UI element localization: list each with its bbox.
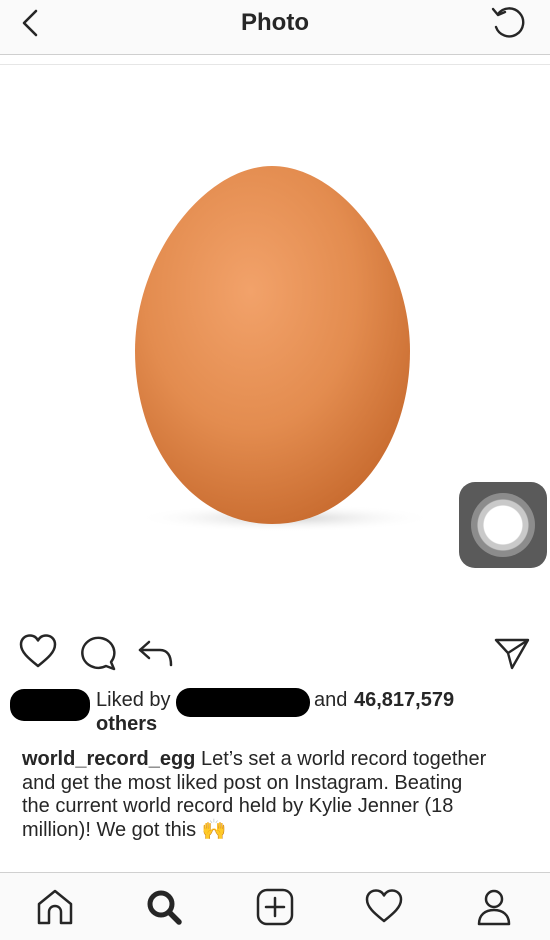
search-icon xyxy=(147,890,182,925)
redacted-username xyxy=(176,688,310,717)
tab-activity[interactable] xyxy=(363,886,405,928)
heart-icon xyxy=(19,634,57,668)
like-button[interactable] xyxy=(18,632,58,672)
likes-and-label: and xyxy=(314,689,348,711)
tab-home[interactable] xyxy=(34,886,76,928)
likes-summary[interactable]: Liked by and 46,817,579 others xyxy=(0,686,550,736)
likes-others-label: others xyxy=(96,713,158,735)
divider xyxy=(0,64,550,65)
tab-search[interactable] xyxy=(143,886,185,928)
caption-line-2: and get the most liked post on Instagram… xyxy=(22,771,463,794)
top-nav-bar: Photo xyxy=(0,0,550,55)
page-title: Photo xyxy=(241,9,309,36)
direct-message-button[interactable] xyxy=(492,632,532,672)
caption-line-1: world_record_egg Let’s set a world recor… xyxy=(22,748,532,772)
tab-new-post[interactable] xyxy=(254,886,296,928)
caption-text-1: Let’s set a world record together xyxy=(200,748,487,770)
share-button[interactable] xyxy=(136,632,176,672)
tab-profile[interactable] xyxy=(473,886,515,928)
activity-heart-icon xyxy=(365,889,403,923)
raised-hands-emoji: 🙌 xyxy=(201,818,227,841)
home-icon xyxy=(37,889,73,925)
caption-username[interactable]: world_record_egg xyxy=(22,748,195,770)
comment-button[interactable] xyxy=(78,632,118,672)
assistive-touch-ring xyxy=(471,493,535,557)
caption-text-4: million)! We got this xyxy=(22,818,197,841)
rotate-ccw-icon xyxy=(491,7,525,38)
post-caption: world_record_egg Let’s set a world recor… xyxy=(22,748,532,842)
bottom-tab-bar xyxy=(0,872,550,940)
assistive-touch-button[interactable] xyxy=(459,482,547,568)
caption-line-3: the current world record held by Kylie J… xyxy=(22,795,454,817)
likes-count: 46,817,579 xyxy=(354,689,455,711)
post-actions xyxy=(0,628,550,674)
comment-bubble-icon xyxy=(81,636,116,671)
paper-plane-icon xyxy=(494,638,530,670)
caption-line-4: million)! We got this 🙌 xyxy=(22,819,532,843)
add-icon xyxy=(256,888,294,926)
refresh-button[interactable] xyxy=(488,3,528,43)
reply-arrow-icon xyxy=(138,640,173,667)
profile-icon xyxy=(477,889,511,926)
liked-by-label: Liked by xyxy=(96,689,171,711)
redacted-avatar xyxy=(10,689,90,721)
